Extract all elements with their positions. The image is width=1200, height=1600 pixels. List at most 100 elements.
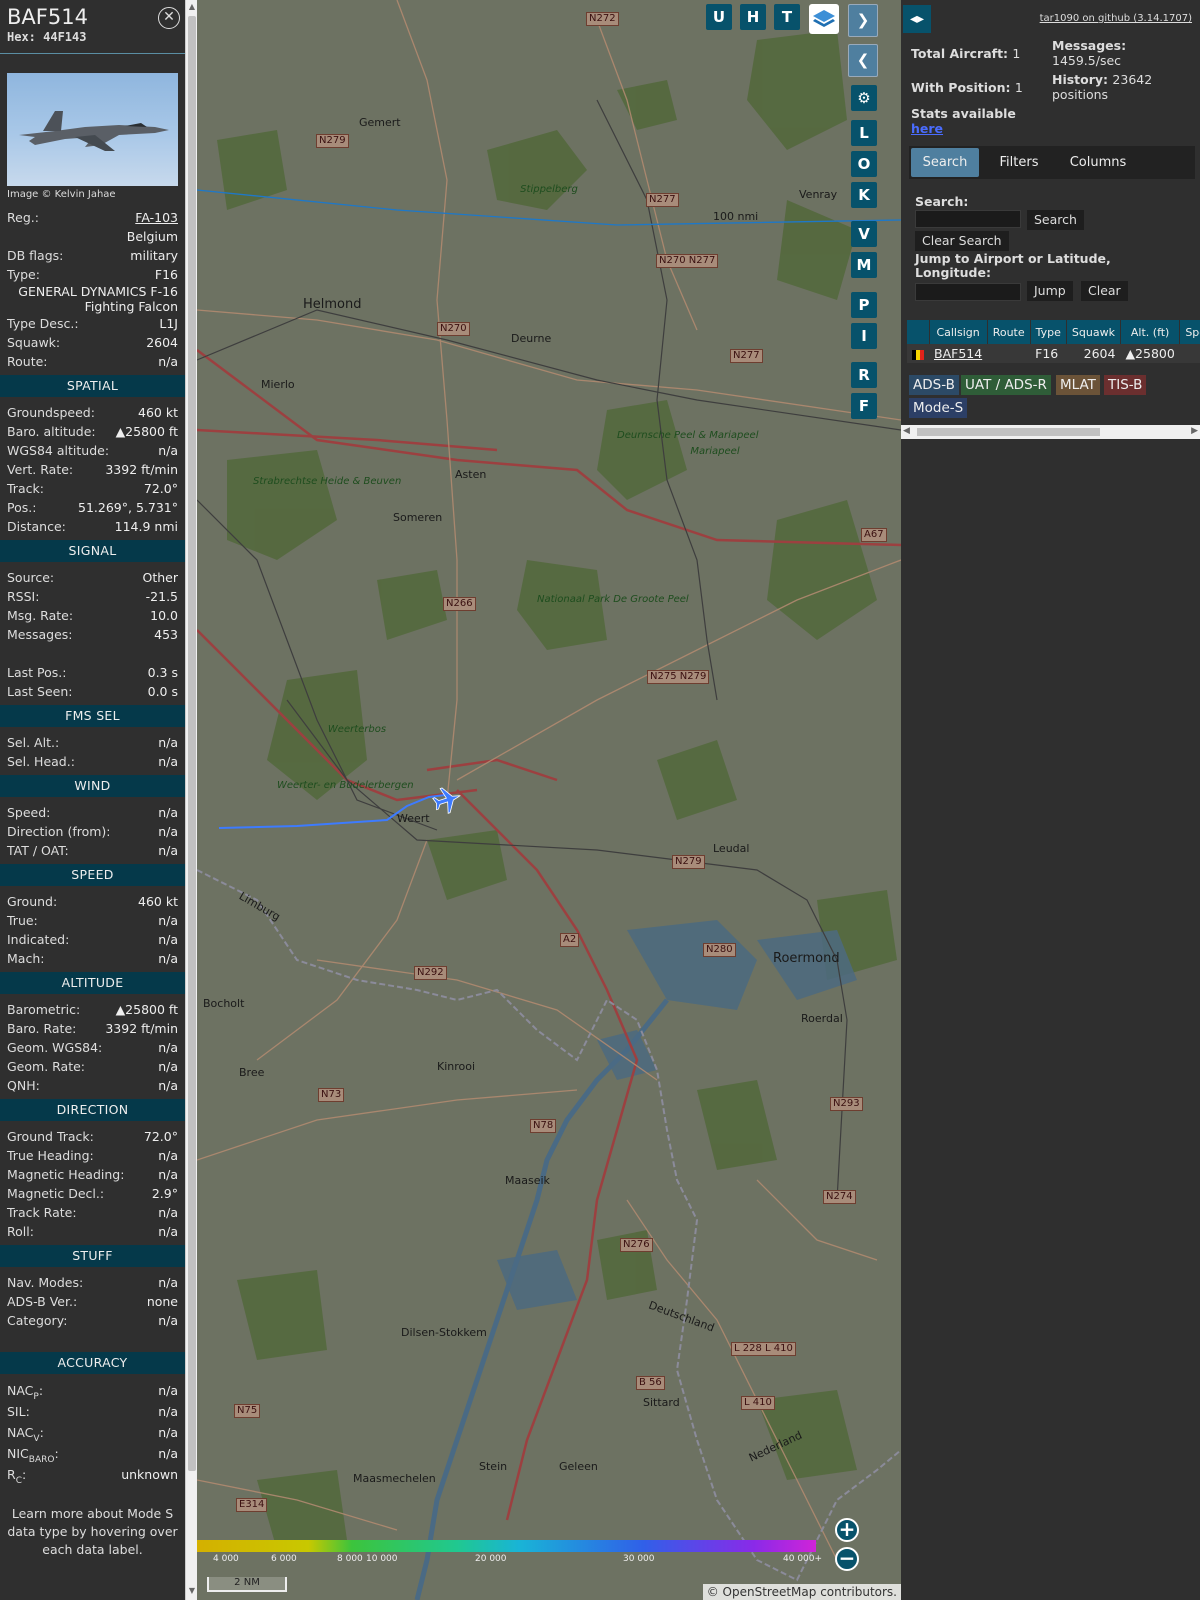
map-btn-side[interactable]: K bbox=[851, 182, 877, 208]
map-btn-side[interactable]: F bbox=[851, 393, 877, 419]
scroll-right-icon[interactable]: ▶ bbox=[1191, 426, 1198, 436]
stats-available: Stats available here bbox=[911, 106, 1016, 136]
map-btn-side[interactable]: O bbox=[851, 151, 877, 177]
search-button[interactable]: Search bbox=[1027, 210, 1084, 230]
column-header[interactable]: Callsign bbox=[929, 320, 988, 344]
info-row: Geom. Rate: n/a bbox=[0, 1057, 185, 1076]
range-ring-label: 100 nmi bbox=[713, 210, 759, 223]
road-shield: L 410 bbox=[741, 1396, 775, 1410]
collapse-left-button[interactable]: ❮ bbox=[848, 44, 878, 77]
scroll-up-icon[interactable]: ▲ bbox=[188, 2, 196, 12]
info-row: RC: unknown bbox=[0, 1464, 185, 1486]
map-view[interactable]: 100 nmi Gemert Helmond Deurne Mierlo Asten So… bbox=[197, 0, 901, 1600]
info-value: ▲25800 ft bbox=[115, 424, 178, 439]
osm-link[interactable]: OpenStreetMap bbox=[723, 1585, 817, 1599]
scroll-thumb[interactable] bbox=[188, 16, 196, 1471]
clear-search-button[interactable]: Clear Search bbox=[915, 231, 1009, 251]
search-input[interactable] bbox=[915, 210, 1021, 228]
column-header[interactable]: Squawk bbox=[1066, 320, 1121, 344]
info-rows: Reg.: FA-103 Belgium DB flags: military … bbox=[0, 208, 185, 1486]
close-icon[interactable]: ✕ bbox=[158, 7, 180, 29]
zoom-out-button[interactable]: − bbox=[835, 1547, 859, 1571]
map-btn-side[interactable]: M bbox=[851, 252, 877, 278]
mode-s-note: Learn more about Mode S data type by hov… bbox=[7, 1506, 178, 1557]
info-scrollbar[interactable]: ▲ ▼ bbox=[185, 0, 197, 1600]
scroll-left-icon[interactable]: ◀ bbox=[903, 426, 910, 436]
map-btn-u[interactable]: U bbox=[706, 4, 732, 30]
selected-hex: Hex: 44F143 bbox=[7, 30, 87, 44]
road-shield: N78 bbox=[530, 1119, 557, 1133]
section-header: FMS SEL bbox=[0, 705, 185, 727]
stats-link[interactable]: here bbox=[911, 121, 943, 136]
info-value[interactable]: FA-103 bbox=[135, 208, 178, 227]
callsign-cell[interactable]: BAF514 bbox=[929, 344, 988, 363]
table-row[interactable]: BAF514 F16 2604 ▲25800 bbox=[907, 344, 1200, 363]
info-row: Magnetic Heading: n/a bbox=[0, 1165, 185, 1184]
zoom-in-button[interactable]: + bbox=[835, 1518, 859, 1542]
route-cell bbox=[987, 344, 1031, 363]
stat-position: With Position: 1 bbox=[911, 80, 1023, 95]
info-value: n/a bbox=[158, 1205, 178, 1220]
accuracy-sub: C bbox=[15, 1475, 22, 1486]
layers-button[interactable] bbox=[809, 4, 839, 34]
column-header[interactable]: Type bbox=[1030, 320, 1067, 344]
speed-cell bbox=[1179, 344, 1200, 363]
column-header[interactable]: Alt. (ft) bbox=[1120, 320, 1181, 344]
sidebar-toggle-button[interactable]: ◂▸ bbox=[903, 5, 931, 33]
column-header[interactable]: Spd bbox=[1179, 320, 1200, 344]
jump-input[interactable] bbox=[915, 283, 1021, 301]
map-btn-side[interactable]: V bbox=[851, 221, 877, 247]
info-value: n/a bbox=[158, 1167, 178, 1182]
hscroll-thumb[interactable] bbox=[917, 428, 1100, 436]
clear-button[interactable]: Clear bbox=[1081, 281, 1128, 301]
info-row: Magnetic Decl.: 2.9° bbox=[0, 1184, 185, 1203]
map-btn-side[interactable]: L bbox=[851, 120, 877, 146]
park-label: Weerterbos bbox=[327, 724, 387, 735]
info-key: Sel. Alt.: bbox=[7, 735, 60, 750]
jump-button[interactable]: Jump bbox=[1027, 281, 1073, 301]
info-value: military bbox=[130, 248, 178, 263]
info-row: True: n/a bbox=[0, 911, 185, 930]
place-label: Mierlo bbox=[261, 378, 295, 391]
info-key: Indicated: bbox=[7, 932, 70, 947]
info-value: L1J bbox=[159, 316, 178, 331]
table-hscrollbar[interactable]: ◀ ▶ bbox=[901, 425, 1200, 439]
info-value: n/a bbox=[158, 1224, 178, 1239]
aircraft-photo[interactable] bbox=[7, 73, 178, 186]
info-key: WGS84 altitude: bbox=[7, 443, 110, 458]
place-label: Someren bbox=[393, 511, 443, 524]
aircraft-marker-icon[interactable] bbox=[432, 785, 462, 815]
scale-line: 2 NM bbox=[207, 1577, 287, 1592]
map-btn-side[interactable]: R bbox=[851, 362, 877, 388]
map-btn-h[interactable]: H bbox=[740, 4, 766, 30]
map-btn-side[interactable]: I bbox=[851, 323, 877, 349]
tab-columns[interactable]: Columns bbox=[1053, 148, 1143, 177]
column-header[interactable]: Route bbox=[987, 320, 1031, 344]
map-btn-side[interactable]: P bbox=[851, 292, 877, 318]
info-row: Last Seen: 0.0 s bbox=[0, 682, 185, 701]
info-value: none bbox=[146, 1294, 178, 1309]
info-row: Direction (from): n/a bbox=[0, 822, 185, 841]
info-key: Geom. WGS84: bbox=[7, 1040, 103, 1055]
info-key: Ground: bbox=[7, 894, 58, 909]
source-badge: ADS-B bbox=[909, 375, 959, 395]
info-key: Track: bbox=[7, 481, 44, 496]
tab-search[interactable]: Search bbox=[911, 148, 979, 177]
map-btn-t[interactable]: T bbox=[774, 4, 800, 30]
info-key: Barometric: bbox=[7, 1002, 81, 1017]
github-link[interactable]: tar1090 on github (3.14.1707) bbox=[1040, 13, 1192, 24]
info-value: 453 bbox=[154, 627, 178, 642]
info-row: QNH: n/a bbox=[0, 1076, 185, 1095]
expand-right-button[interactable]: ❯ bbox=[848, 4, 878, 37]
settings-button[interactable]: ⚙ bbox=[851, 85, 877, 111]
info-value: n/a bbox=[158, 932, 178, 947]
info-row: Category: n/a bbox=[0, 1311, 185, 1330]
info-value: 2604 bbox=[146, 335, 178, 350]
selected-callsign: BAF514 bbox=[7, 5, 88, 29]
place-label: Roerdal bbox=[801, 1012, 843, 1025]
scroll-down-icon[interactable]: ▼ bbox=[188, 1586, 196, 1596]
tab-filters[interactable]: Filters bbox=[985, 148, 1053, 177]
table-header: CallsignRouteTypeSquawkAlt. (ft)Spd bbox=[907, 320, 1200, 344]
info-key: DB flags: bbox=[7, 248, 64, 263]
info-value: F16 bbox=[154, 267, 178, 282]
